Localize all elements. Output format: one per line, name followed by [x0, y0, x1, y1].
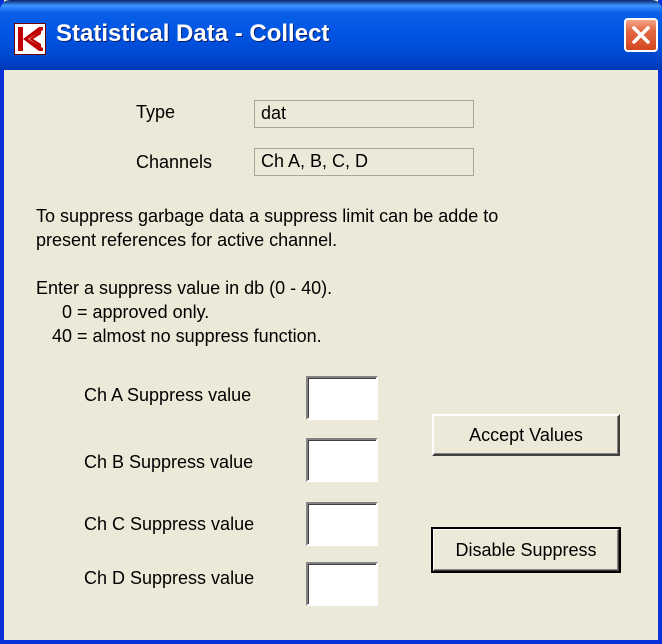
type-label: Type	[136, 102, 176, 122]
accept-values-button[interactable]: Accept Values	[432, 414, 620, 456]
k-logo-icon	[14, 23, 46, 55]
description-line-2: present references for active channel.	[36, 230, 338, 250]
window-title: Statistical Data - Collect	[56, 20, 330, 47]
description-text: To suppress garbage data a suppress limi…	[36, 204, 498, 252]
description-line-1: To suppress garbage data a suppress limi…	[36, 206, 499, 226]
dialog-body: Type dat Channels Ch A, B, C, D To suppr…	[4, 70, 658, 640]
instructions-line-3: 40 = almost no suppress function.	[52, 326, 322, 346]
instructions-line-2: 0 = approved only.	[62, 302, 210, 322]
close-icon	[632, 26, 650, 44]
title-bar[interactable]: Statistical Data - Collect	[0, 0, 662, 70]
ch-c-label: Ch C Suppress value	[84, 514, 255, 534]
ch-b-label: Ch B Suppress value	[84, 452, 254, 472]
ch-a-suppress-input[interactable]	[306, 376, 378, 420]
close-button[interactable]	[624, 18, 658, 52]
channels-label: Channels	[136, 152, 213, 172]
channels-field: Ch A, B, C, D	[254, 148, 474, 176]
ch-d-label: Ch D Suppress value	[84, 568, 255, 588]
instructions-text: Enter a suppress value in db (0 - 40). 0…	[36, 276, 332, 348]
dialog-window: Statistical Data - Collect Type dat Chan…	[0, 0, 662, 644]
ch-c-suppress-input[interactable]	[306, 502, 378, 546]
type-field: dat	[254, 100, 474, 128]
ch-b-suppress-input[interactable]	[306, 438, 378, 482]
ch-d-suppress-input[interactable]	[306, 562, 378, 606]
ch-a-label: Ch A Suppress value	[84, 385, 252, 405]
instructions-line-1: Enter a suppress value in db (0 - 40).	[36, 278, 333, 298]
disable-suppress-button[interactable]: Disable Suppress	[431, 527, 621, 573]
